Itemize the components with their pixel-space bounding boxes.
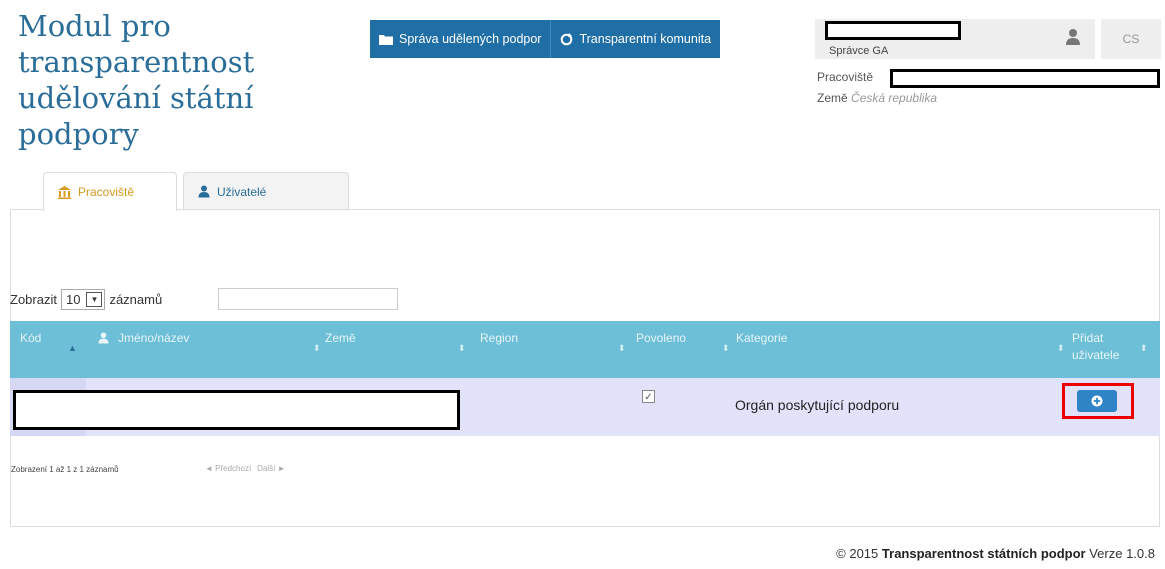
refresh-icon [561, 32, 573, 45]
column-header-allowed[interactable]: Povoleno [636, 330, 686, 347]
search-input[interactable] [218, 288, 398, 310]
sort-icon: ⬍ [458, 343, 466, 353]
checkbox-checked-icon: ✓ [642, 390, 655, 403]
user-menu[interactable]: Správce GA [815, 19, 1095, 59]
column-header-kod[interactable]: Kód [20, 330, 41, 347]
add-user-button[interactable] [1077, 390, 1117, 412]
plus-circle-icon [1091, 395, 1103, 407]
user-role: Správce GA [829, 45, 889, 57]
tab-workplace[interactable]: Pracoviště [43, 172, 177, 211]
prev-page-button[interactable]: ◄ Předchozí [205, 464, 251, 473]
sort-icon: ⬍ [313, 343, 321, 353]
column-header-name[interactable]: Jméno/název [118, 330, 189, 347]
table-info: Zobrazení 1 až 1 z 1 záznamů [11, 465, 119, 474]
next-page-button[interactable]: Další ► [257, 464, 285, 473]
table-header: Kód ▲ Jméno/název ⬍ Země ⬍ Region ⬍ Povo… [10, 321, 1160, 378]
redacted-username [825, 21, 961, 40]
next-label: Další [257, 464, 276, 473]
sort-icon: ⬍ [1140, 343, 1148, 353]
tab-workplace-label: Pracoviště [78, 185, 135, 199]
country-value: Česká republika [851, 91, 938, 105]
folder-icon [379, 34, 393, 45]
sort-icon: ⬍ [722, 343, 730, 353]
user-icon [198, 185, 210, 198]
prev-label: Předchozí [215, 464, 252, 473]
nav-grant-management-label: Správa udělených podpor [399, 32, 542, 46]
page-length-value: 10 [65, 292, 81, 307]
building-icon [58, 185, 71, 199]
tab-users-label: Uživatelé [217, 184, 267, 199]
workplace-label: Pracoviště [817, 70, 874, 84]
records-label: záznamů [109, 292, 163, 307]
nav-transparent-community-label: Transparentní komunita [579, 32, 712, 46]
page-length-control: Zobrazit 10 ▼ záznamů [10, 289, 162, 310]
column-header-add-user[interactable]: Přidat uživatele [1072, 330, 1132, 364]
redacted-workplace [890, 69, 1160, 88]
workplace-info: Pracoviště [817, 70, 873, 84]
nav-grant-management-button[interactable]: Správa udělených podpor [370, 20, 552, 58]
column-header-category[interactable]: Kategorie [736, 330, 787, 347]
footer-version: Verze 1.0.8 [1089, 546, 1155, 561]
nav-transparent-community-button[interactable]: Transparentní komunita [551, 20, 720, 58]
redacted-name [13, 390, 460, 430]
show-label: Zobrazit [10, 292, 57, 307]
footer-product: Transparentnost státních podpor [881, 546, 1086, 561]
tab-users[interactable]: Uživatelé [183, 172, 349, 210]
country-label: Země [817, 91, 848, 105]
chevron-down-icon: ▼ [86, 292, 103, 307]
country-info: Země Česká republika [817, 91, 937, 105]
column-header-country[interactable]: Země [325, 330, 356, 347]
language-selector[interactable]: CS [1101, 19, 1161, 59]
table-cell-category: Orgán poskytující podporu [735, 397, 900, 413]
pagination: ◄ Předchozí Další ► [205, 464, 286, 473]
sort-icon: ⬍ [1057, 343, 1065, 353]
top-navigation: Správa udělených podpor Transparentní ko… [370, 20, 721, 58]
footer: © 2015 Transparentnost státních podpor V… [836, 546, 1155, 561]
sort-icon: ⬍ [618, 343, 626, 353]
user-icon [1066, 29, 1080, 45]
app-title: Modul pro transparentnost udělování stát… [18, 9, 255, 151]
sort-asc-icon: ▲ [68, 343, 77, 353]
column-header-region[interactable]: Region [480, 330, 518, 347]
user-icon [98, 332, 109, 344]
page-length-select[interactable]: 10 ▼ [60, 289, 106, 310]
footer-copyright: © 2015 [836, 546, 879, 561]
